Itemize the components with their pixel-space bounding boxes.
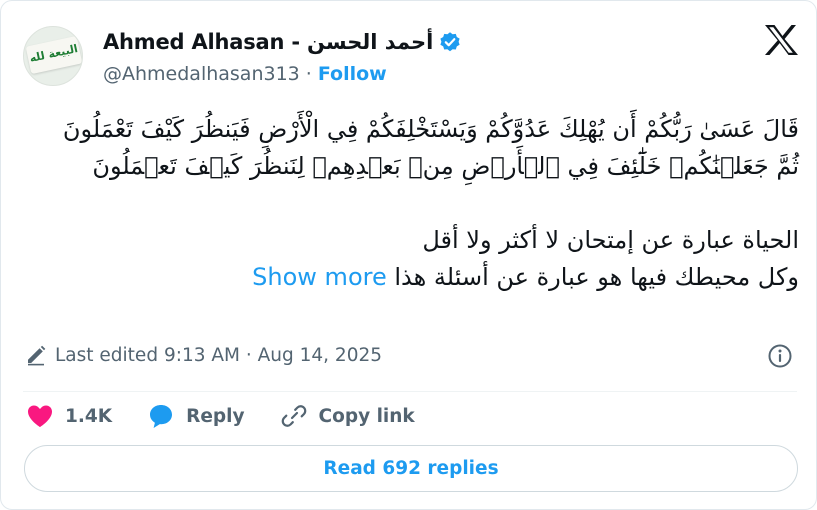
tweet-text: قَالَ عَسَىٰ رَبُّكُمْ أَن يُهْلِكَ عَدُ… xyxy=(61,111,799,296)
last-edited-timestamp[interactable]: Last edited 9:13 AM · Aug 14, 2025 xyxy=(55,345,382,366)
read-replies-label: Read 692 replies xyxy=(323,458,499,479)
follow-button[interactable]: Follow xyxy=(318,63,387,85)
action-bar: 1.4K Reply Copy link xyxy=(25,399,449,433)
pencil-icon xyxy=(28,345,46,366)
link-icon xyxy=(281,405,306,427)
tweet-line-with-show-more: وكل محيطك فيها هو عبارة عن أسئلة هذا Sho… xyxy=(61,259,799,296)
author-handle-row: @Ahmedalhasan313 · Follow xyxy=(103,62,387,86)
handle-separator: · xyxy=(305,63,312,85)
tweet-meta: Last edited 9:13 AM · Aug 14, 2025 xyxy=(25,341,797,369)
divider xyxy=(23,391,797,392)
author-display-name[interactable]: Ahmed Alhasan - أحمد الحسن xyxy=(103,30,434,54)
tweet-line: وكل محيطك فيها هو عبارة عن أسئلة هذا xyxy=(394,263,799,291)
copy-link-label: Copy link xyxy=(318,405,415,427)
info-icon[interactable] xyxy=(767,343,793,369)
show-more-link[interactable]: Show more xyxy=(252,263,387,291)
heart-icon xyxy=(28,405,52,427)
reply-button[interactable]: Reply xyxy=(146,401,245,431)
verified-badge-icon xyxy=(440,32,460,52)
like-count: 1.4K xyxy=(65,405,113,427)
reply-label: Reply xyxy=(186,405,245,427)
copy-link-button[interactable]: Copy link xyxy=(279,401,415,431)
x-logo-icon[interactable] xyxy=(763,24,799,56)
tweet-line: الحياة عبارة عن إمتحان لا أكثر ولا أقل xyxy=(422,226,799,254)
tweet-line: قَالَ عَسَىٰ رَبُّكُمْ أَن يُهْلِكَ عَدُ… xyxy=(62,115,799,143)
avatar-flag-text: البيعة لله xyxy=(28,42,79,65)
reply-bubble-icon xyxy=(150,405,173,428)
tweet-line: ثُمَّ جَعَلۡنَٰكُمۡ خَلَٰٓئِفَ فِي ٱلۡأَ… xyxy=(92,152,799,180)
avatar-flag: البيعة لله xyxy=(25,35,82,75)
author-handle[interactable]: @Ahmedalhasan313 xyxy=(103,63,300,85)
author-name-row: Ahmed Alhasan - أحمد الحسن xyxy=(103,28,461,56)
tweet-card: البيعة لله Ahmed Alhasan - أحمد الحسن @A… xyxy=(0,0,817,510)
like-button[interactable]: 1.4K xyxy=(25,401,112,431)
avatar[interactable]: البيعة لله xyxy=(23,26,83,86)
read-replies-button[interactable]: Read 692 replies xyxy=(24,445,798,492)
